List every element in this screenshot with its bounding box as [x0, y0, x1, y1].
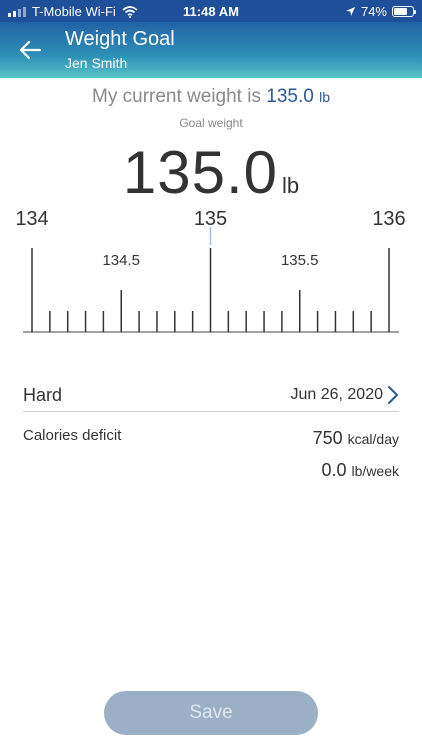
- weekly-rate-value: 0.0 lb/week: [321, 460, 399, 481]
- weekly-rate-unit: lb/week: [351, 463, 399, 479]
- calories-deficit-label: Calories deficit: [23, 427, 122, 444]
- location-arrow-icon: [345, 7, 355, 16]
- goal-weight-unit: lb: [282, 173, 300, 198]
- battery-percent: 74%: [360, 4, 387, 19]
- ruler-major-label: 135: [194, 208, 227, 230]
- status-bar: T-Mobile Wi-Fi 11:48 AM 74%: [0, 0, 422, 22]
- chevron-right-icon: [388, 386, 398, 404]
- app-header: Weight Goal Jen Smith: [0, 22, 422, 78]
- user-name: Jen Smith: [65, 55, 128, 71]
- ruler-major-label: 134: [15, 208, 48, 230]
- save-button[interactable]: Save: [104, 691, 318, 735]
- battery-fill: [394, 8, 408, 15]
- calories-number: 750: [312, 428, 343, 448]
- ruler-half-label: 135.5: [281, 252, 319, 269]
- difficulty-row[interactable]: Hard Jun 26, 2020: [23, 380, 399, 412]
- battery-icon: [392, 6, 416, 17]
- status-right: 74%: [345, 4, 416, 19]
- arrow-left-icon: [19, 40, 42, 60]
- calories-deficit-value: 750 kcal/day: [313, 428, 399, 449]
- weekly-rate-number: 0.0: [321, 460, 347, 480]
- goal-weight-label: Goal weight: [179, 116, 243, 130]
- current-weight-line: My current weight is 135.0 lb: [0, 86, 422, 108]
- page-title: Weight Goal: [65, 28, 175, 50]
- weight-ruler[interactable]: 134 134.5 135 135.5 136: [0, 205, 422, 340]
- goal-date: Jun 26, 2020: [290, 386, 383, 403]
- back-button[interactable]: [18, 38, 44, 62]
- calories-unit: kcal/day: [347, 431, 399, 447]
- current-weight-value: 135.0: [266, 86, 314, 107]
- difficulty-label: Hard: [23, 385, 63, 405]
- ruler-scale[interactable]: 134 134.5 135 135.5 136: [0, 205, 422, 340]
- current-weight-prefix: My current weight is: [92, 86, 261, 107]
- ruler-major-label: 136: [372, 208, 405, 230]
- current-weight-unit: lb: [319, 89, 330, 105]
- goal-weight-value: 135.0: [122, 139, 279, 206]
- ruler-half-label: 134.5: [102, 252, 140, 269]
- goal-weight-display: 135.0 lb: [0, 138, 422, 207]
